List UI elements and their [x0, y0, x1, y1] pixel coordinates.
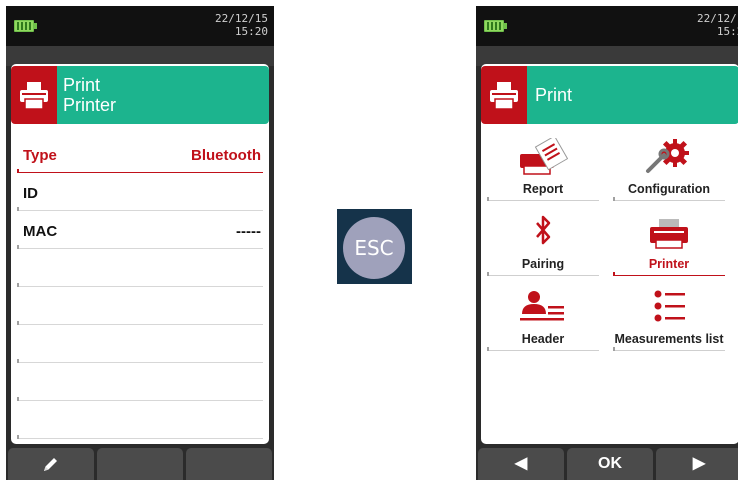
header-title: Print Printer	[57, 66, 269, 124]
divider	[613, 197, 725, 201]
status-bar: 22/12/15 15:21	[476, 6, 738, 46]
right-arrow-button[interactable]: ▶	[656, 448, 738, 480]
clock-time: 15:21	[716, 25, 738, 38]
divider	[613, 347, 725, 351]
bluetooth-icon	[536, 215, 551, 245]
setting-row-empty[interactable]	[17, 438, 263, 444]
divider	[613, 272, 725, 276]
setting-row-empty[interactable]	[17, 248, 263, 287]
ok-button[interactable]: OK	[567, 448, 653, 480]
right-arrow-icon: ▶	[692, 455, 706, 472]
printer-icon	[650, 219, 688, 249]
clock: 22/12/15 15:20	[215, 12, 268, 38]
menu-item-label: Header	[521, 332, 565, 346]
divider	[487, 272, 599, 276]
menu-item-label: Report	[522, 182, 564, 196]
configuration-gears-icon	[646, 139, 689, 173]
header-title-text: Print	[535, 85, 573, 105]
battery-icon	[484, 20, 507, 32]
printer-settings-screen: 22/12/15 15:20 Print Printer Type Blueto…	[6, 6, 274, 480]
esc-key[interactable]: ESC	[337, 209, 412, 284]
menu-item-pairing[interactable]: Pairing	[483, 207, 603, 279]
sub-bar	[476, 46, 738, 66]
menu-item-label: Configuration	[628, 182, 710, 196]
softkey-bar: ◀ OK ▶	[476, 446, 738, 480]
left-arrow-icon: ◀	[514, 455, 528, 472]
ok-label: OK	[598, 455, 622, 472]
printer-icon	[481, 66, 527, 124]
clock-date: 22/12/15	[215, 12, 268, 25]
setting-row-mac[interactable]: MAC -----	[17, 210, 263, 249]
divider	[487, 347, 599, 351]
left-arrow-button[interactable]: ◀	[478, 448, 564, 480]
softkey-bar	[6, 446, 274, 480]
esc-button[interactable]: ESC	[343, 217, 405, 279]
softkey-2[interactable]	[97, 448, 183, 480]
menu-item-header[interactable]: Header	[483, 282, 603, 354]
printer-icon	[11, 66, 57, 124]
clock-time: 15:20	[234, 25, 268, 38]
header-title-line2: Printer	[63, 95, 117, 115]
setting-label: Type	[23, 147, 57, 164]
setting-row-id[interactable]: ID	[17, 172, 263, 211]
setting-row-empty[interactable]	[17, 324, 263, 363]
settings-panel: Print Printer Type Bluetooth ID MAC ----…	[11, 64, 269, 444]
header-title-line1: Print	[63, 75, 101, 95]
battery-icon	[14, 20, 37, 32]
menu-item-configuration[interactable]: Configuration	[609, 132, 729, 204]
setting-label: ID	[23, 185, 38, 202]
setting-value: Bluetooth	[191, 147, 261, 164]
menu-panel: Print Report Configuration Pairing Print…	[481, 64, 738, 444]
menu-item-measurements-list[interactable]: Measurements list	[609, 282, 729, 354]
menu-item-label: Measurements list	[614, 332, 724, 346]
header-person-icon	[520, 291, 564, 321]
menu-item-printer[interactable]: Printer	[609, 207, 729, 279]
report-printer-icon	[520, 138, 568, 175]
setting-row-type[interactable]: Type Bluetooth	[17, 134, 263, 173]
menu-item-label: Printer	[648, 257, 690, 271]
clock: 22/12/15 15:21	[697, 12, 738, 38]
softkey-3[interactable]	[186, 448, 272, 480]
menu-item-report[interactable]: Report	[483, 132, 603, 204]
page-header: Print	[481, 66, 738, 124]
setting-value: -----	[236, 223, 261, 240]
setting-label: MAC	[23, 223, 58, 240]
sub-bar	[6, 46, 274, 66]
setting-row-empty[interactable]	[17, 400, 263, 439]
page-header: Print Printer	[11, 66, 269, 124]
pencil-icon	[44, 457, 57, 471]
print-menu-screen: 22/12/15 15:21 Print	[476, 6, 738, 480]
measurements-list-icon	[654, 290, 685, 322]
setting-row-empty[interactable]	[17, 362, 263, 401]
menu-item-label: Pairing	[521, 257, 565, 271]
edit-softkey[interactable]	[8, 448, 94, 480]
clock-date: 22/12/15	[697, 12, 738, 25]
header-title: Print	[527, 66, 738, 124]
status-bar: 22/12/15 15:20	[6, 6, 274, 46]
setting-row-empty[interactable]	[17, 286, 263, 325]
divider	[487, 197, 599, 201]
